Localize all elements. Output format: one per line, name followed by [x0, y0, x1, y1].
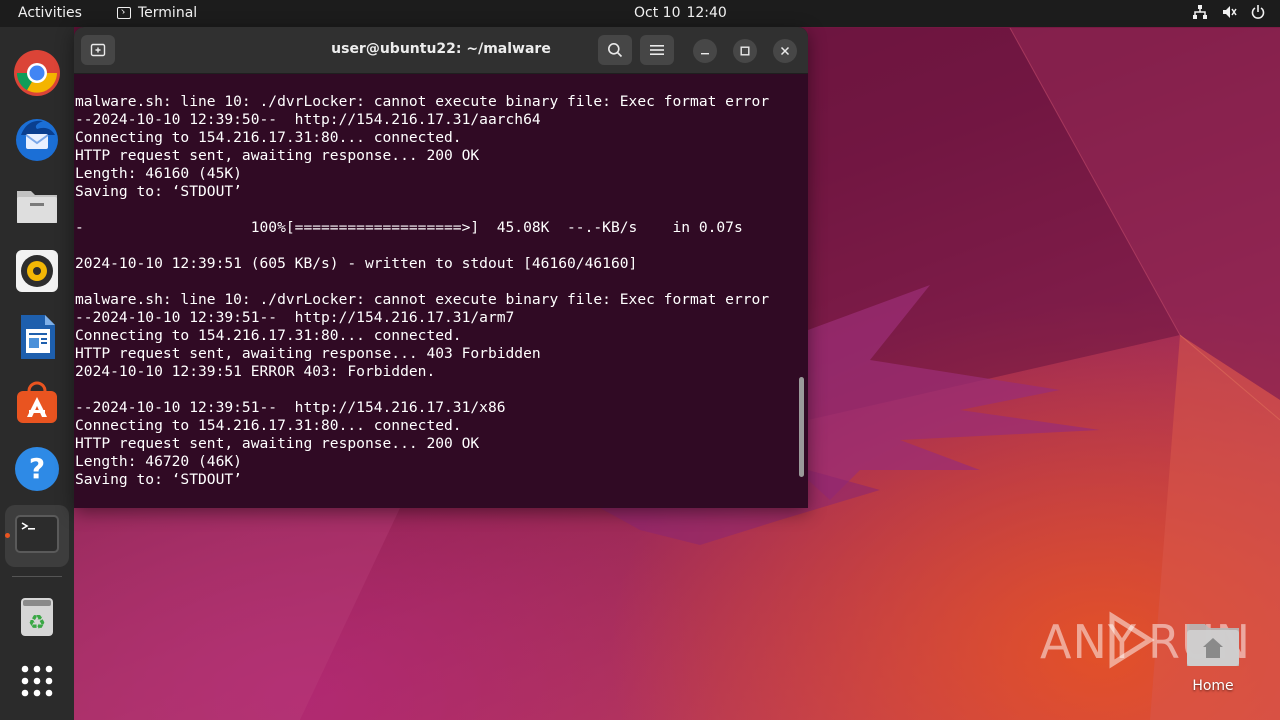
show-apps-icon[interactable]: [13, 657, 61, 705]
terminal-line: --2024-10-10 12:39:51-- http://154.216.1…: [75, 309, 515, 326]
search-icon: [608, 43, 623, 58]
terminal-line: HTTP request sent, awaiting response... …: [75, 435, 480, 452]
chrome-icon[interactable]: [13, 49, 61, 97]
volume-icon[interactable]: [1221, 4, 1237, 20]
home-folder-label: Home: [1192, 678, 1234, 694]
maximize-icon: [740, 46, 750, 56]
hamburger-icon: [650, 45, 664, 55]
close-icon: [780, 46, 790, 56]
terminal-line: malware.sh: line 10: ./dvrLocker: cannot…: [75, 93, 770, 110]
clock-date: Oct 10: [634, 5, 681, 21]
terminal-line: --2024-10-10 12:39:50-- http://154.216.1…: [75, 111, 541, 128]
rhythmbox-icon[interactable]: [13, 247, 61, 295]
terminal-line: 2024-10-10 12:39:51 (605 KB/s) - written…: [75, 255, 638, 272]
network-icon[interactable]: [1192, 4, 1208, 20]
terminal-line: Saving to: ‘STDOUT’: [75, 183, 242, 200]
terminal-line: Length: 46720 (46K): [75, 453, 242, 470]
app-menu-label: Terminal: [138, 5, 198, 21]
system-tray[interactable]: [1192, 4, 1266, 20]
terminal-line: HTTP request sent, awaiting response... …: [75, 147, 480, 164]
terminal-line: Saving to: ‘STDOUT’: [75, 471, 242, 488]
terminal-headerbar[interactable]: user@ubuntu22: ~/malware: [74, 27, 808, 74]
minimize-button[interactable]: [693, 39, 717, 63]
terminal-line: Length: 46160 (45K): [75, 165, 242, 182]
anyrun-watermark: ANY RUN: [1040, 610, 1280, 670]
writer-icon[interactable]: [13, 313, 61, 361]
app-center-icon[interactable]: [13, 379, 61, 427]
terminal-line: --2024-10-10 12:39:51-- http://154.216.1…: [75, 399, 506, 416]
terminal-line: 2024-10-10 12:39:51 ERROR 403: Forbidden…: [75, 363, 436, 380]
running-indicator: [5, 533, 10, 538]
terminal-scrollbar[interactable]: [799, 377, 804, 477]
anyrun-logo: ANY RUN: [1040, 611, 1250, 669]
thunderbird-icon[interactable]: [13, 115, 61, 163]
terminal-line: - 100%[===================>] 45.08K --.-…: [75, 219, 743, 236]
trash-icon[interactable]: ♻: [13, 593, 61, 641]
terminal-line: Connecting to 154.216.17.31:80... connec…: [75, 327, 462, 344]
power-icon[interactable]: [1250, 4, 1266, 20]
terminal-line: Connecting to 154.216.17.31:80... connec…: [75, 129, 462, 146]
terminal-icon[interactable]: [13, 511, 61, 559]
minimize-icon: [701, 53, 709, 55]
clock-time: 12:40: [686, 5, 727, 21]
maximize-button[interactable]: [733, 39, 757, 63]
svg-text:?: ?: [29, 452, 45, 485]
terminal-line: malware.sh: line 10: ./dvrLocker: cannot…: [75, 291, 770, 308]
terminal-window[interactable]: user@ubuntu22: ~/malware malware.sh: lin…: [74, 27, 808, 508]
svg-text:♻: ♻: [28, 610, 46, 634]
menu-button[interactable]: [640, 35, 674, 65]
terminal-line: Connecting to 154.216.17.31:80... connec…: [75, 417, 462, 434]
top-bar: Activities Terminal Oct 10 12:40: [0, 0, 1280, 27]
clock[interactable]: Oct 10 12:40: [634, 5, 733, 21]
home-folder-icon[interactable]: [1185, 620, 1241, 668]
files-icon[interactable]: [13, 181, 61, 229]
terminal-output[interactable]: malware.sh: line 10: ./dvrLocker: cannot…: [75, 93, 795, 489]
dock-separator: [12, 576, 62, 577]
close-button[interactable]: [773, 39, 797, 63]
terminal-app-icon: [117, 7, 131, 19]
terminal-line: HTTP request sent, awaiting response... …: [75, 345, 541, 362]
activities-button[interactable]: Activities: [18, 5, 82, 21]
search-button[interactable]: [598, 35, 632, 65]
help-icon[interactable]: ?: [13, 445, 61, 493]
app-menu[interactable]: Terminal: [117, 5, 197, 21]
dock: ? ♻: [0, 27, 74, 720]
